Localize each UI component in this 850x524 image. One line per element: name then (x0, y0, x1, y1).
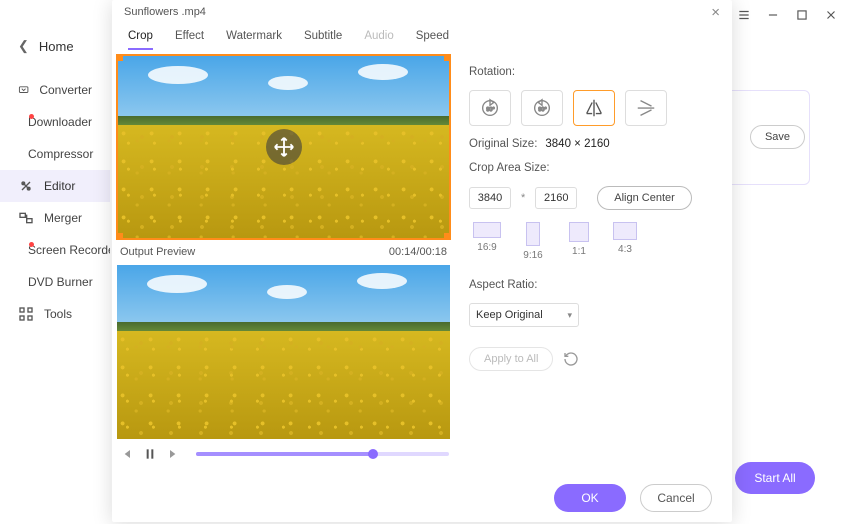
editor-icon (18, 178, 34, 194)
apply-to-all-button[interactable]: Apply to All (469, 347, 553, 371)
sidebar-item-label: Converter (39, 83, 92, 97)
progress-slider[interactable] (196, 452, 449, 456)
maximize-icon[interactable] (795, 8, 809, 22)
tools-icon (18, 306, 34, 322)
crop-height-input[interactable] (535, 187, 577, 209)
sidebar-item-label: Downloader (28, 115, 92, 129)
dialog-close-icon[interactable]: × (711, 4, 720, 21)
rotate-cw-button[interactable]: 90° (469, 90, 511, 126)
ratio-9-16-button[interactable]: 9:16 (515, 222, 551, 261)
ok-button[interactable]: OK (554, 484, 626, 512)
sidebar-item-label: Compressor (28, 147, 93, 161)
move-handle-icon[interactable] (266, 129, 302, 165)
sidebar-item-editor[interactable]: Editor (0, 170, 110, 202)
reset-icon[interactable] (563, 351, 579, 367)
ratio-16-9-button[interactable]: 16:9 (469, 222, 505, 261)
tab-crop[interactable]: Crop (128, 30, 153, 50)
pause-icon[interactable] (142, 446, 158, 462)
ratio-4-3-button[interactable]: 4:3 (607, 222, 643, 261)
sidebar-item-label: Tools (44, 307, 72, 321)
tab-watermark[interactable]: Watermark (226, 30, 282, 50)
prev-frame-icon[interactable] (118, 446, 134, 462)
rotate-ccw-button[interactable]: 90° (521, 90, 563, 126)
notification-dot-icon (29, 114, 34, 119)
dialog-title: Sunflowers .mp4 (124, 6, 206, 18)
tab-effect[interactable]: Effect (175, 30, 204, 50)
rotation-label: Rotation: (469, 66, 718, 78)
crop-handle-tl[interactable] (116, 54, 123, 61)
svg-text:90°: 90° (538, 107, 546, 113)
aspect-ratio-select[interactable]: Keep Original ▾ (469, 303, 579, 327)
sidebar-item-dvd-burner[interactable]: DVD Burner (0, 266, 110, 298)
sidebar-item-downloader[interactable]: Downloader (0, 106, 110, 138)
sidebar-item-merger[interactable]: Merger (0, 202, 110, 234)
crop-size-label: Crop Area Size: (469, 162, 718, 174)
align-center-button[interactable]: Align Center (597, 186, 692, 210)
crop-handle-tr[interactable] (444, 54, 451, 61)
sidebar-item-converter[interactable]: Converter (0, 74, 110, 106)
start-all-button[interactable]: Start All (735, 462, 815, 494)
sidebar-item-screen-recorder[interactable]: Screen Recorder (0, 234, 110, 266)
flip-vertical-button[interactable] (625, 90, 667, 126)
close-icon[interactable] (824, 8, 838, 22)
original-size-value: 3840 × 2160 (545, 138, 609, 150)
tab-subtitle[interactable]: Subtitle (304, 30, 342, 50)
original-size-label: Original Size: (469, 138, 537, 150)
tab-speed[interactable]: Speed (416, 30, 449, 50)
crop-handle-br[interactable] (444, 233, 451, 240)
sidebar-item-compressor[interactable]: Compressor (0, 138, 110, 170)
sidebar-item-label: Screen Recorder (28, 243, 119, 257)
svg-text:90°: 90° (486, 107, 494, 113)
merger-icon (18, 210, 34, 226)
aspect-ratio-label: Aspect Ratio: (469, 279, 718, 291)
output-preview-label: Output Preview (120, 246, 195, 258)
chevron-left-icon: ❮ (18, 38, 29, 54)
sidebar-item-label: DVD Burner (28, 275, 93, 289)
nav-home[interactable]: ❮ Home (0, 30, 110, 62)
multiply-icon: * (517, 192, 529, 204)
minimize-icon[interactable] (766, 8, 780, 22)
editor-dialog: Sunflowers .mp4 × Crop Effect Watermark … (112, 0, 732, 522)
progress-thumb[interactable] (368, 449, 378, 459)
crop-preview[interactable] (116, 54, 451, 240)
sidebar-item-label: Merger (44, 211, 82, 225)
chevron-down-icon: ▾ (567, 310, 572, 321)
output-preview (116, 264, 451, 440)
crop-width-input[interactable] (469, 187, 511, 209)
notification-dot-icon (29, 242, 34, 247)
next-frame-icon[interactable] (166, 446, 182, 462)
converter-icon (18, 82, 29, 98)
crop-handle-bl[interactable] (116, 233, 123, 240)
flip-horizontal-button[interactable] (573, 90, 615, 126)
tab-audio: Audio (364, 30, 393, 50)
home-label: Home (39, 39, 74, 54)
sidebar-item-tools[interactable]: Tools (0, 298, 110, 330)
sidebar-item-label: Editor (44, 179, 75, 193)
menu-icon[interactable] (737, 8, 751, 22)
save-button[interactable]: Save (750, 125, 805, 149)
ratio-1-1-button[interactable]: 1:1 (561, 222, 597, 261)
cancel-button[interactable]: Cancel (640, 484, 712, 512)
playback-time: 00:14/00:18 (389, 246, 447, 258)
